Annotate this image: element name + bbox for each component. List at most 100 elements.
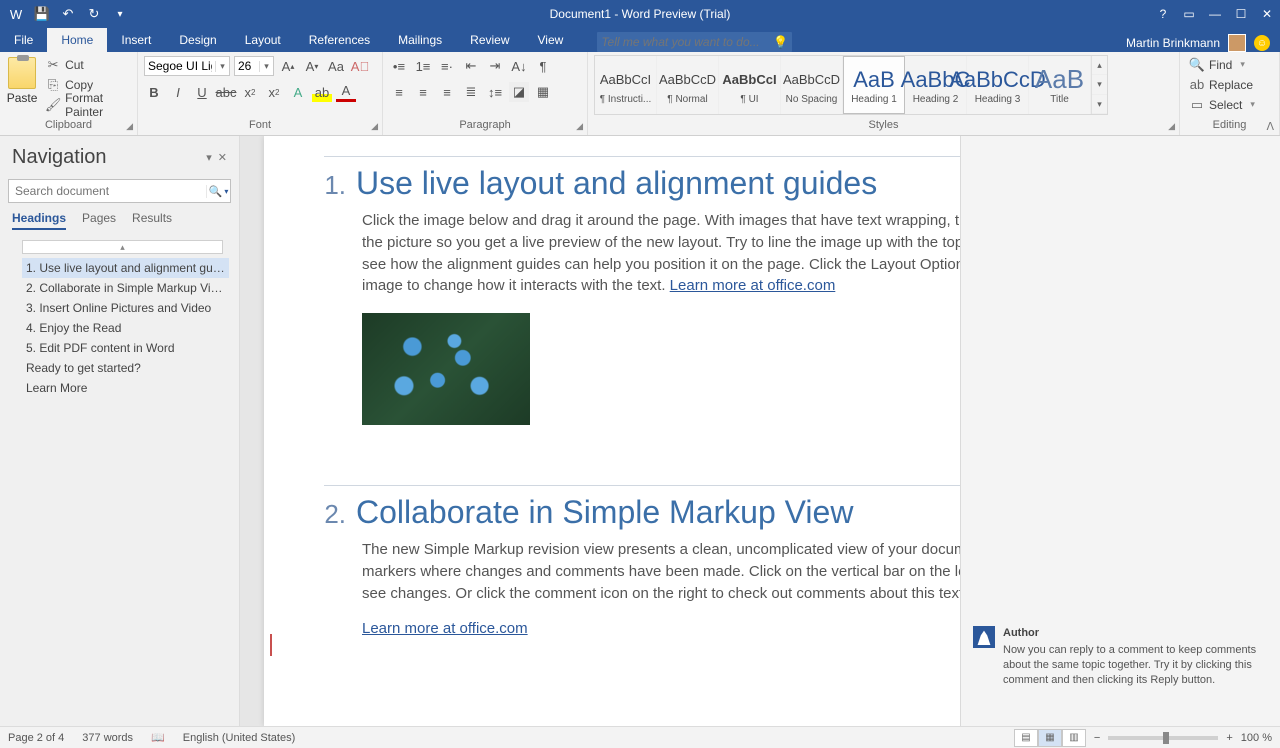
- status-words[interactable]: 377 words: [82, 732, 133, 744]
- zoom-in-icon[interactable]: +: [1226, 732, 1232, 744]
- status-page[interactable]: Page 2 of 4: [8, 732, 64, 744]
- paragraph-launcher-icon[interactable]: ◢: [576, 121, 583, 132]
- minimize-icon[interactable]: —: [1202, 0, 1228, 28]
- qat-customize-icon[interactable]: ▾: [112, 6, 128, 22]
- learn-more-link[interactable]: Learn more at office.com: [670, 277, 836, 294]
- bullets-icon[interactable]: •≡: [389, 56, 409, 76]
- align-left-icon[interactable]: ≡: [389, 82, 409, 102]
- zoom-level[interactable]: 100 %: [1241, 732, 1272, 744]
- ribbon-options-icon[interactable]: ▭: [1176, 0, 1202, 28]
- comment[interactable]: Author Now you can reply to a comment to…: [973, 626, 1266, 687]
- nav-search[interactable]: 🔍▾: [8, 179, 231, 203]
- save-icon[interactable]: 💾: [34, 6, 50, 22]
- tab-insert[interactable]: Insert: [107, 28, 165, 52]
- decrease-indent-icon[interactable]: ⇤: [461, 56, 481, 76]
- font-launcher-icon[interactable]: ◢: [371, 121, 378, 132]
- chevron-down-icon[interactable]: ▾: [224, 187, 228, 196]
- replace-button[interactable]: abReplace: [1186, 75, 1258, 94]
- underline-icon[interactable]: U: [192, 82, 212, 102]
- grow-font-icon[interactable]: A▴: [278, 56, 298, 76]
- style-item[interactable]: AaBbCcDNo Spacing: [781, 56, 843, 114]
- font-size-box[interactable]: ▾: [234, 56, 274, 76]
- gallery-up-icon[interactable]: ▴: [1092, 56, 1107, 75]
- font-color-icon[interactable]: A: [336, 82, 356, 102]
- nav-heading-item[interactable]: 4. Enjoy the Read: [22, 318, 229, 338]
- clear-formatting-icon[interactable]: A⃠: [350, 56, 370, 76]
- chevron-down-icon[interactable]: ▾: [215, 61, 229, 72]
- bold-icon[interactable]: B: [144, 82, 164, 102]
- select-button[interactable]: ▭Select▾: [1186, 95, 1258, 114]
- nav-heading-item[interactable]: Learn More: [22, 378, 229, 398]
- tab-file[interactable]: File: [0, 28, 47, 52]
- show-marks-icon[interactable]: ¶: [533, 56, 553, 76]
- tab-view[interactable]: View: [524, 28, 578, 52]
- subscript-icon[interactable]: x2: [240, 82, 260, 102]
- nav-heading-item[interactable]: 2. Collaborate in Simple Markup View: [22, 278, 229, 298]
- nav-heading-item[interactable]: 1. Use live layout and alignment gui...: [22, 258, 229, 278]
- maximize-icon[interactable]: ☐: [1228, 0, 1254, 28]
- strikethrough-icon[interactable]: abc: [216, 82, 236, 102]
- collapse-ribbon-icon[interactable]: ᐱ: [1266, 120, 1274, 133]
- content-image[interactable]: [362, 313, 530, 425]
- gallery-more-icon[interactable]: ▾: [1092, 95, 1107, 114]
- multilevel-icon[interactable]: ≡·: [437, 56, 457, 76]
- clipboard-launcher-icon[interactable]: ◢: [126, 121, 133, 132]
- sort-icon[interactable]: A↓: [509, 56, 529, 76]
- nav-close-icon[interactable]: ✕: [218, 151, 227, 164]
- style-item[interactable]: AaBHeading 1: [843, 56, 905, 114]
- style-item[interactable]: AaBbCcI¶ Instructi...: [595, 56, 657, 114]
- tell-me-input[interactable]: [601, 35, 773, 49]
- format-painter-button[interactable]: 🖌Format Painter: [42, 95, 131, 114]
- zoom-slider[interactable]: [1108, 736, 1218, 740]
- nav-tab-results[interactable]: Results: [132, 211, 172, 230]
- paste-button[interactable]: Paste: [6, 55, 38, 105]
- styles-gallery[interactable]: AaBbCcI¶ Instructi...AaBbCcD¶ NormalAaBb…: [594, 55, 1108, 115]
- style-item[interactable]: AaBbCcDHeading 3: [967, 56, 1029, 114]
- style-item[interactable]: AaBTitle: [1029, 56, 1091, 114]
- user-avatar[interactable]: [1228, 34, 1246, 52]
- web-layout-icon[interactable]: ▥: [1062, 729, 1086, 747]
- nav-jump-top[interactable]: ▴: [22, 240, 223, 254]
- user-name[interactable]: Martin Brinkmann: [1126, 36, 1220, 50]
- shading-icon[interactable]: ◪: [509, 82, 529, 102]
- chevron-down-icon[interactable]: ▾: [259, 61, 273, 72]
- nav-search-input[interactable]: [9, 184, 206, 198]
- nav-tab-headings[interactable]: Headings: [12, 211, 66, 230]
- redo-icon[interactable]: ↻: [86, 6, 102, 22]
- cut-button[interactable]: ✂Cut: [42, 55, 131, 74]
- close-icon[interactable]: ✕: [1254, 0, 1280, 28]
- shrink-font-icon[interactable]: A▾: [302, 56, 322, 76]
- justify-icon[interactable]: ≣: [461, 82, 481, 102]
- styles-launcher-icon[interactable]: ◢: [1168, 121, 1175, 132]
- highlight-icon[interactable]: ab: [312, 82, 332, 102]
- nav-dropdown-icon[interactable]: ▾: [206, 151, 212, 164]
- nav-heading-item[interactable]: Ready to get started?: [22, 358, 229, 378]
- learn-more-link[interactable]: Learn more at office.com: [362, 620, 528, 637]
- italic-icon[interactable]: I: [168, 82, 188, 102]
- proofing-icon[interactable]: 📖: [151, 731, 165, 744]
- line-spacing-icon[interactable]: ↕≡: [485, 82, 505, 102]
- zoom-out-icon[interactable]: −: [1094, 732, 1100, 744]
- read-mode-icon[interactable]: ▤: [1014, 729, 1038, 747]
- align-center-icon[interactable]: ≡: [413, 82, 433, 102]
- gallery-down-icon[interactable]: ▾: [1092, 76, 1107, 95]
- tell-me-box[interactable]: 💡: [597, 32, 792, 52]
- document-area[interactable]: 1. Use live layout and alignment guides …: [240, 136, 1280, 726]
- tab-references[interactable]: References: [295, 28, 384, 52]
- borders-icon[interactable]: ▦: [533, 82, 553, 102]
- style-item[interactable]: AaBbCcI¶ UI: [719, 56, 781, 114]
- superscript-icon[interactable]: x2: [264, 82, 284, 102]
- help-icon[interactable]: ?: [1150, 0, 1176, 28]
- print-layout-icon[interactable]: ▦: [1038, 729, 1062, 747]
- numbering-icon[interactable]: 1≡: [413, 56, 433, 76]
- nav-heading-item[interactable]: 5. Edit PDF content in Word: [22, 338, 229, 358]
- nav-heading-item[interactable]: 3. Insert Online Pictures and Video: [22, 298, 229, 318]
- increase-indent-icon[interactable]: ⇥: [485, 56, 505, 76]
- align-right-icon[interactable]: ≡: [437, 82, 457, 102]
- tab-design[interactable]: Design: [165, 28, 230, 52]
- status-language[interactable]: English (United States): [183, 732, 296, 744]
- tab-home[interactable]: Home: [47, 28, 107, 52]
- tab-review[interactable]: Review: [456, 28, 523, 52]
- feedback-icon[interactable]: ☺: [1254, 35, 1270, 51]
- tab-mailings[interactable]: Mailings: [384, 28, 456, 52]
